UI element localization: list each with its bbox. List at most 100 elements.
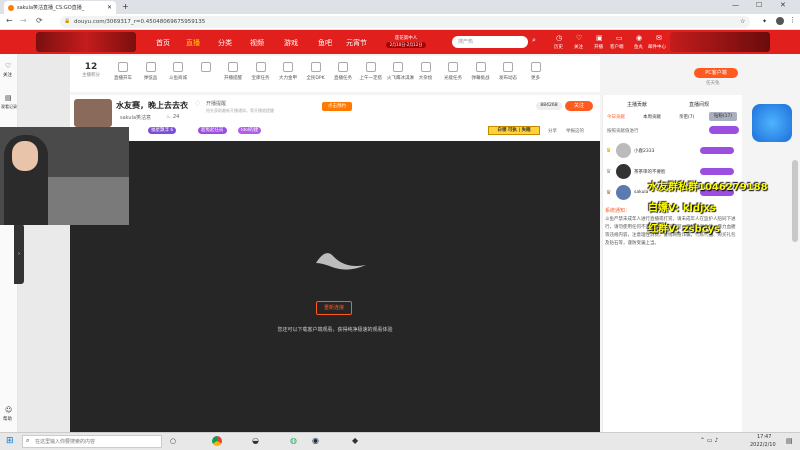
reload-icon[interactable]: ⟳ [36,16,43,25]
rail-record-icon[interactable]: ▤ [5,94,12,102]
streamer-avatar[interactable] [74,99,112,127]
pc-client-button[interactable]: PC客户端 [694,68,738,78]
tool-item-10[interactable]: 火飞鹰冰淇淋 [387,62,414,81]
tool-item-15[interactable]: 更多 [525,62,547,81]
tray-icons[interactable]: ⌃ ▭ ♪ [700,437,718,444]
tool-item-0[interactable]: 直播开车 [112,62,134,81]
room-tag-3[interactable]: Idol的建 [238,127,262,134]
tool-item-3[interactable] [195,62,217,75]
taskbar-search-input[interactable]: 在这里输入你要搜索的内容 [22,435,162,448]
tool-item-11[interactable]: 大杂烩 [415,62,437,81]
room-tag-1[interactable]: 福星飘浮 6 [148,127,177,134]
nav-yuba[interactable]: 鱼吧 [318,38,332,48]
follow-button[interactable]: 关注 [565,101,593,111]
rail-record-label[interactable]: 观看记录 [1,104,17,110]
header-icon-group: ◷ 历史 ♡ 关注 ▣ 开播 ▭ 客户端 ◉ 鱼丸 ✉ 邮件中心 [552,34,672,52]
tool-item-4[interactable]: 开播提醒 [222,62,244,81]
douyu-logo[interactable] [36,32,136,52]
sub-tab-intimacy[interactable]: 亲密(7) [679,114,694,120]
tool-item-12[interactable]: 光能任务 [442,62,464,81]
tool-item-icon [255,62,266,72]
tool-item-5[interactable]: 宝库任务 [250,62,272,81]
browser-tab[interactable]: sakula笑沽直播_CS:GO直播_ ✕ [4,1,116,14]
broadcast-icon[interactable]: ▣ [596,34,603,42]
tab-rank[interactable]: 主播贡献 [627,101,647,108]
reminder-button[interactable]: 点击预约 [322,102,352,111]
tool-item-label: 全民DPK [306,76,325,81]
rail-follow-icon[interactable]: ♡ [5,62,11,70]
nav-category[interactable]: 分类 [218,38,232,48]
clock-time[interactable]: 17:47 [757,434,771,440]
fishball-icon[interactable]: ◉ [636,34,642,42]
webcam-overlay [0,127,129,225]
follow-icon[interactable]: ♡ [576,34,582,42]
tool-item-icon [173,62,183,72]
start-icon[interactable]: ⊞ [6,436,14,446]
rank-row-1[interactable]: ♛ 小鹿2333 [606,143,736,159]
bookmark-star-icon[interactable]: ☆ [740,18,745,25]
url-input[interactable]: douyu.com/3069317_r=0.45048069675959135 [60,16,750,28]
retry-button[interactable]: 重新连接 [316,301,352,315]
rail-collapse-handle[interactable]: › [14,224,24,284]
tab-fans[interactable]: 直播间规 [689,101,709,108]
video-player[interactable]: 重新连接 您还可以下载客户端观看，获得纯净极速的观看体验 [70,141,600,432]
client-icon[interactable]: ▭ [616,34,623,42]
room-badge[interactable]: 白领 可执 | 失眠 [488,126,540,135]
rail-help-label[interactable]: 帮助 [3,416,12,422]
profile-icon[interactable] [776,17,784,25]
tab-close-icon[interactable]: ✕ [107,4,112,11]
tool-item-icon [338,62,348,72]
page-scrollbar[interactable] [792,160,798,242]
steam-taskbar-icon[interactable]: ◉ [312,436,319,445]
tool-item-1[interactable]: 弹弦品 [140,62,162,81]
task-view-icon[interactable]: ○ [170,437,176,445]
nav-home[interactable]: 首页 [156,38,170,48]
tool-item-label: 大杂烩 [418,76,433,81]
rail-help-icon[interactable]: ☺ [5,406,12,414]
nav-festival[interactable]: 元宵节 [346,38,367,48]
clock-date[interactable]: 2022/2/10 [750,442,776,448]
nav-game[interactable]: 游戏 [284,38,298,48]
search-icon[interactable]: ⌕ [532,36,536,45]
rail-follow-label[interactable]: 关注 [3,72,12,78]
crown-gold-icon: ♛ [606,147,612,154]
tool-item-6[interactable]: 大力金甲 [277,62,299,81]
window-close-icon[interactable]: ✕ [780,1,786,9]
extension-icon[interactable]: ✦ [762,18,767,25]
window-maximize-icon[interactable]: ☐ [756,1,762,9]
report-link[interactable]: 举报这的 [566,128,584,134]
new-tab-icon[interactable]: + [122,2,129,11]
tool-item-14[interactable]: 发布动态 [497,62,519,81]
window-minimize-icon[interactable]: — [732,1,739,9]
streamer-level[interactable]: 12 主播积分 [76,62,106,78]
streamer-name[interactable]: sakula笑沽意 [120,114,151,121]
share-link[interactable]: 分享 [548,128,557,134]
tool-item-7[interactable]: 全民DPK [305,62,327,81]
search-input[interactable]: 搜产热 [452,36,528,48]
wechat-taskbar-icon[interactable]: ◍ [290,436,297,445]
qq-taskbar-icon[interactable]: ◒ [252,436,259,445]
mail-icon[interactable]: ✉ [656,34,662,42]
nav-live[interactable]: 直播 [186,38,200,48]
tool-item-13[interactable]: 弹幕挑战 [470,62,492,81]
join-fans-badge[interactable] [709,126,739,134]
history-icon[interactable]: ◷ [556,34,562,42]
room-tag-2[interactable]: 超冤起任前 [198,127,227,134]
tool-item-label: 火飞鹰冰淇淋 [387,76,414,81]
rank-user-3: sakula [634,190,649,195]
game-taskbar-icon[interactable]: ◆ [352,436,358,445]
forward-icon[interactable]: → [20,16,27,25]
sub-tab-today[interactable]: 今日贡献 [607,114,625,120]
promo-banner[interactable]: 莲花第中人 2月10日-2月12日 [386,32,426,52]
tool-item-9[interactable]: 上午一定搭 [360,62,382,81]
notification-icon[interactable]: ▤ [786,437,793,445]
sub-tab-week[interactable]: 本周贡献 [643,114,661,120]
back-icon[interactable]: ← [6,16,13,25]
tool-item-2[interactable]: 斗鱼商城 [167,62,189,81]
menu-icon[interactable]: ⋮ [789,16,796,24]
task-float-badge[interactable] [752,104,792,142]
chrome-taskbar-icon[interactable] [212,436,222,446]
nav-video[interactable]: 视频 [250,38,264,48]
tool-item-8[interactable]: 直播任务 [332,62,354,81]
sub-tab-diamond[interactable]: 钻粉(17) [709,112,737,121]
